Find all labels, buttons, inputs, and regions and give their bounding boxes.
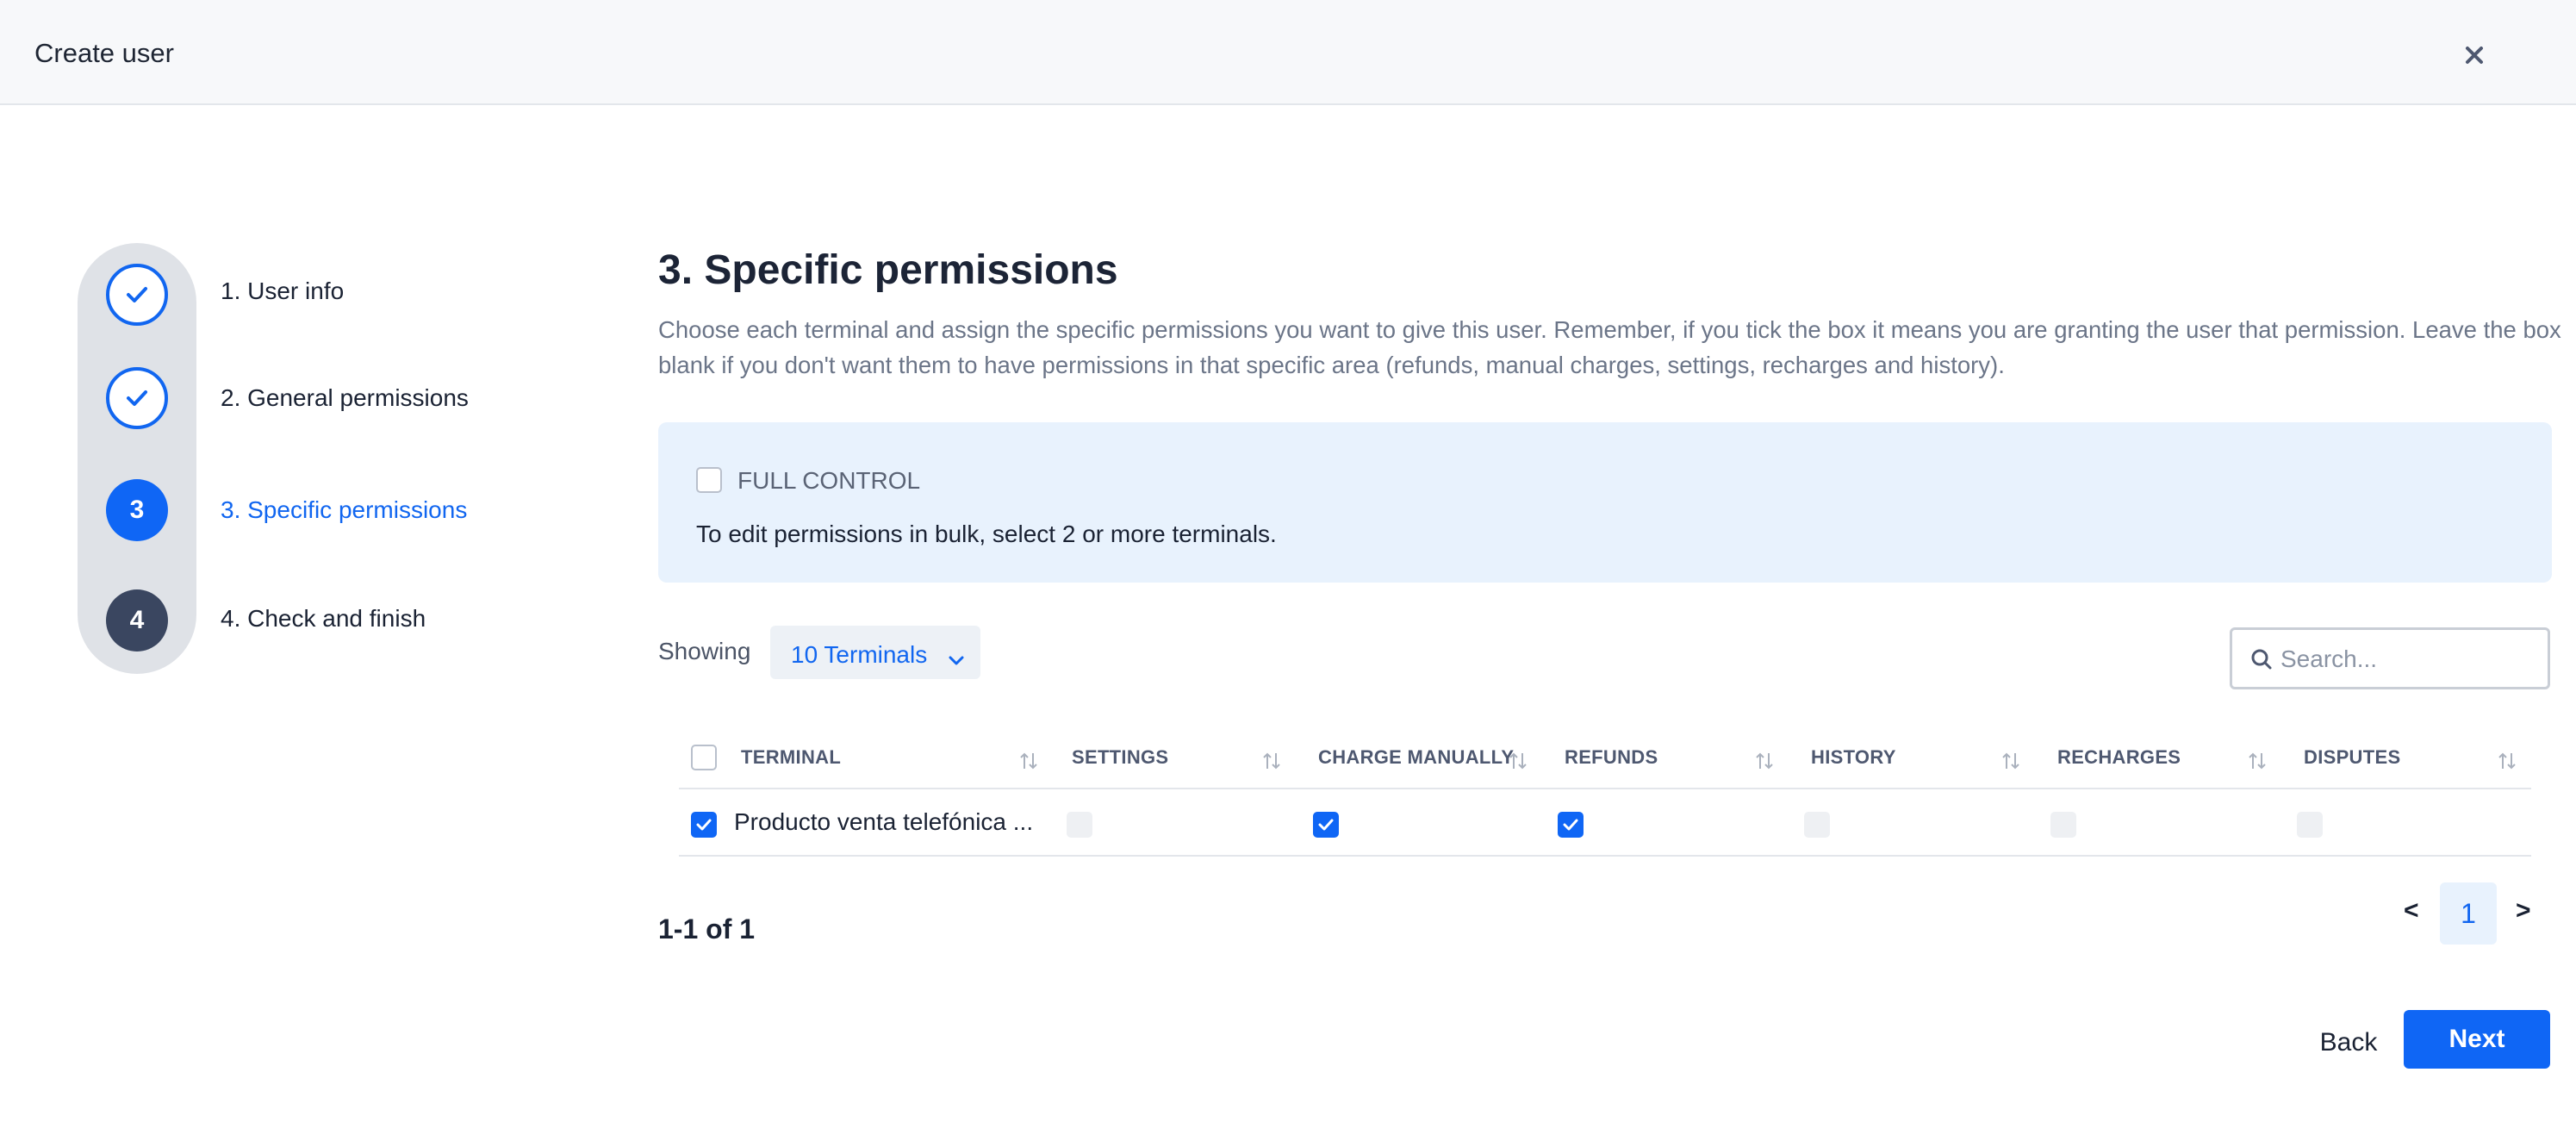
sort-icon[interactable] [2000, 750, 2021, 772]
back-button[interactable]: Back [2305, 1026, 2392, 1060]
modal-header: Create user [0, 0, 2576, 105]
step-2-check-icon [106, 367, 168, 429]
column-header-recharges[interactable]: RECHARGES [2057, 746, 2181, 769]
header-divider [679, 788, 2531, 789]
column-header-disputes[interactable]: DISPUTES [2304, 746, 2400, 769]
step-4-label[interactable]: 4. Check and finish [221, 605, 426, 633]
step-4-circle: 4 [106, 589, 168, 652]
search-input[interactable] [2280, 642, 2530, 676]
column-header-terminal[interactable]: TERMINAL [741, 746, 841, 769]
modal-title: Create user [34, 38, 174, 68]
sort-icon[interactable] [1508, 750, 1528, 772]
step-1-check-icon [106, 264, 168, 326]
refunds-checkbox[interactable] [1558, 812, 1584, 838]
step-2-label[interactable]: 2. General permissions [221, 384, 469, 412]
page-description: Choose each terminal and assign the spec… [658, 316, 2561, 378]
full-control-panel: FULL CONTROL To edit permissions in bulk… [658, 422, 2552, 583]
charge-manually-checkbox[interactable] [1313, 812, 1339, 838]
page-title: 3. Specific permissions [658, 247, 1118, 293]
column-header-charge-manually[interactable]: CHARGE MANUALLY [1318, 746, 1514, 769]
select-all-checkbox[interactable] [691, 745, 717, 770]
recharges-checkbox[interactable] [2050, 812, 2076, 838]
sort-icon[interactable] [1018, 750, 1039, 772]
terminals-select-value: 10 Terminals [791, 641, 928, 668]
column-header-history[interactable]: HISTORY [1811, 746, 1896, 769]
settings-checkbox[interactable] [1067, 812, 1092, 838]
disputes-checkbox[interactable] [2297, 812, 2323, 838]
step-3-label[interactable]: 3. Specific permissions [221, 496, 467, 524]
column-header-settings[interactable]: SETTINGS [1072, 746, 1168, 769]
next-page-button[interactable]: > [2516, 896, 2531, 926]
sort-icon[interactable] [2247, 750, 2268, 772]
chevron-down-icon [949, 656, 964, 665]
step-3-circle: 3 [106, 479, 168, 541]
permissions-table: TERMINAL SETTINGS CHARGE MANUALLY REFUND… [679, 727, 2531, 857]
terminals-select[interactable]: 10 Terminals [770, 626, 980, 679]
pagination-range: 1-1 of 1 [658, 913, 756, 945]
sort-icon[interactable] [1261, 750, 1282, 772]
sort-icon[interactable] [2497, 750, 2517, 772]
page-1-button[interactable]: 1 [2440, 882, 2497, 945]
row-select-checkbox[interactable] [691, 812, 717, 838]
prev-page-button[interactable]: < [2404, 896, 2419, 926]
history-checkbox[interactable] [1804, 812, 1830, 838]
step-1-label[interactable]: 1. User info [221, 277, 344, 305]
full-control-label: FULL CONTROL [737, 467, 921, 494]
showing-label: Showing [658, 638, 751, 664]
bulk-edit-hint: To edit permissions in bulk, select 2 or… [696, 521, 1277, 547]
search-icon [2251, 649, 2272, 670]
column-header-refunds[interactable]: REFUNDS [1565, 746, 1658, 769]
search-box [2230, 627, 2550, 689]
sort-icon[interactable] [1754, 750, 1775, 772]
close-icon[interactable] [2457, 38, 2492, 72]
full-control-checkbox[interactable] [696, 467, 722, 493]
terminal-name: Producto venta telefónica ... [734, 808, 1034, 835]
next-button[interactable]: Next [2404, 1010, 2550, 1069]
row-divider [679, 855, 2531, 857]
